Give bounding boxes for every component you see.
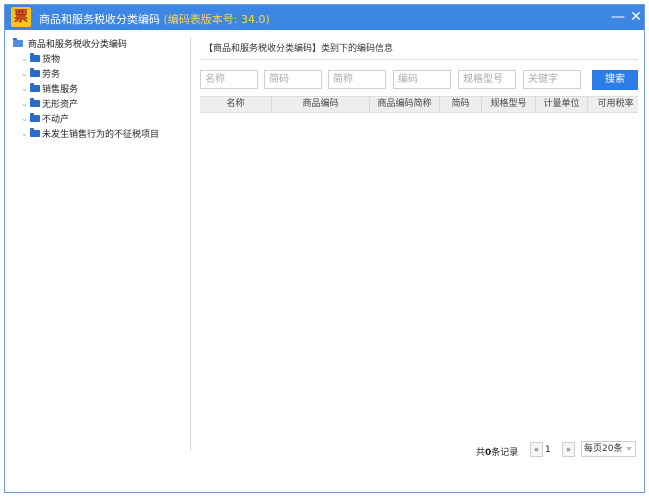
tree-item-sales-service[interactable]: ⌄ 销售服务 [21, 82, 78, 96]
tree-item-label: 不动产 [42, 115, 70, 125]
version-label: (编码表版本号: 34.0) [163, 13, 270, 26]
record-count-suffix: 条记录 [491, 448, 519, 458]
code-input[interactable]: 编码 [393, 70, 451, 89]
spec-model-input[interactable]: 规格型号 [458, 70, 516, 89]
folder-icon [30, 83, 40, 92]
folder-icon [30, 98, 40, 107]
page-size-label: 每页20条 [584, 444, 623, 454]
record-count: 共0条记录 [476, 445, 518, 461]
tree-item-intangible-assets[interactable]: ⌄ 无形资产 [21, 97, 78, 111]
tree-item-real-estate[interactable]: ⌄ 不动产 [21, 112, 69, 126]
dropdown-arrow-icon [626, 447, 632, 451]
expand-chevron-icon[interactable]: ⌄ [21, 54, 30, 63]
minimize-button[interactable]: — [608, 7, 628, 27]
tree-item-label: 未发生销售行为的不征税项目 [42, 130, 160, 140]
main-window: 票 商品和服务税收分类编码 (编码表版本号: 34.0) — ✕ 商品和服务税收… [4, 4, 645, 493]
column-header-unit[interactable]: 计量单位 [536, 97, 588, 112]
expand-chevron-icon[interactable]: ⌄ [21, 129, 30, 138]
tree-item-label: 劳务 [42, 70, 61, 80]
table-header: 名称 商品编码 商品编码简称 简码 规格型号 计量单位 可用税率 [200, 96, 638, 113]
current-page: 1 [545, 445, 551, 455]
abbreviation-input[interactable]: 简称 [328, 70, 386, 89]
column-header-short-code[interactable]: 简码 [440, 97, 482, 112]
tree-root[interactable]: 商品和服务税收分类编码 [13, 37, 127, 51]
tree-item-goods[interactable]: ⌄ 货物 [21, 52, 60, 66]
app-logo-icon: 票 [11, 7, 31, 27]
expand-chevron-icon[interactable]: ⌄ [21, 69, 30, 78]
column-header-product-code[interactable]: 商品编码 [272, 97, 370, 112]
column-header-tax-rate[interactable]: 可用税率 [588, 97, 638, 112]
folder-icon [30, 128, 40, 137]
folder-icon [30, 53, 40, 62]
tree-item-non-taxable[interactable]: ⌄ 未发生销售行为的不征税项目 [21, 127, 159, 141]
folder-icon [30, 68, 40, 77]
search-button[interactable]: 搜索 [592, 70, 638, 90]
keyword-input[interactable]: 关键字 [523, 70, 581, 89]
close-button[interactable]: ✕ [626, 7, 646, 27]
panel-title: 【商品和服务税收分类编码】类别下的编码信息 [204, 44, 394, 54]
name-input[interactable]: 名称 [200, 70, 258, 89]
column-header-name[interactable]: 名称 [200, 97, 272, 112]
title-bar[interactable]: 票 商品和服务税收分类编码 (编码表版本号: 34.0) — ✕ [5, 5, 644, 30]
next-page-button[interactable]: » [562, 442, 575, 457]
expand-chevron-icon[interactable]: ⌄ [21, 99, 30, 108]
tree-item-label: 无形资产 [42, 100, 79, 110]
column-header-code-abbr[interactable]: 商品编码简称 [370, 97, 440, 112]
prev-page-button[interactable]: « [530, 442, 543, 457]
page-size-select[interactable]: 每页20条 [581, 441, 636, 457]
record-count-prefix: 共 [476, 448, 486, 458]
folder-icon [30, 113, 40, 122]
tree-item-labor[interactable]: ⌄ 劳务 [21, 67, 60, 81]
window-title-label: 商品和服务税收分类编码 [39, 13, 160, 26]
tree-item-label: 销售服务 [42, 85, 79, 95]
folder-open-icon [13, 38, 23, 47]
code-info-panel: 【商品和服务税收分类编码】类别下的编码信息 名称 简码 简称 编码 规格型号 关… [198, 37, 638, 483]
tree-root-label: 商品和服务税收分类编码 [27, 40, 127, 50]
divider [200, 59, 638, 60]
expand-chevron-icon[interactable]: ⌄ [21, 114, 30, 123]
tree-item-label: 货物 [42, 55, 61, 65]
short-code-input[interactable]: 简码 [264, 70, 322, 89]
window-title: 商品和服务税收分类编码 (编码表版本号: 34.0) [39, 11, 270, 27]
expand-chevron-icon[interactable]: ⌄ [21, 84, 30, 93]
category-tree: 商品和服务税收分类编码 ⌄ 货物 ⌄ 劳务 ⌄ 销售服务 ⌄ 无形资产 ⌄ 不动产 ⌄ 未发… [9, 37, 191, 451]
column-header-spec-model[interactable]: 规格型号 [482, 97, 536, 112]
